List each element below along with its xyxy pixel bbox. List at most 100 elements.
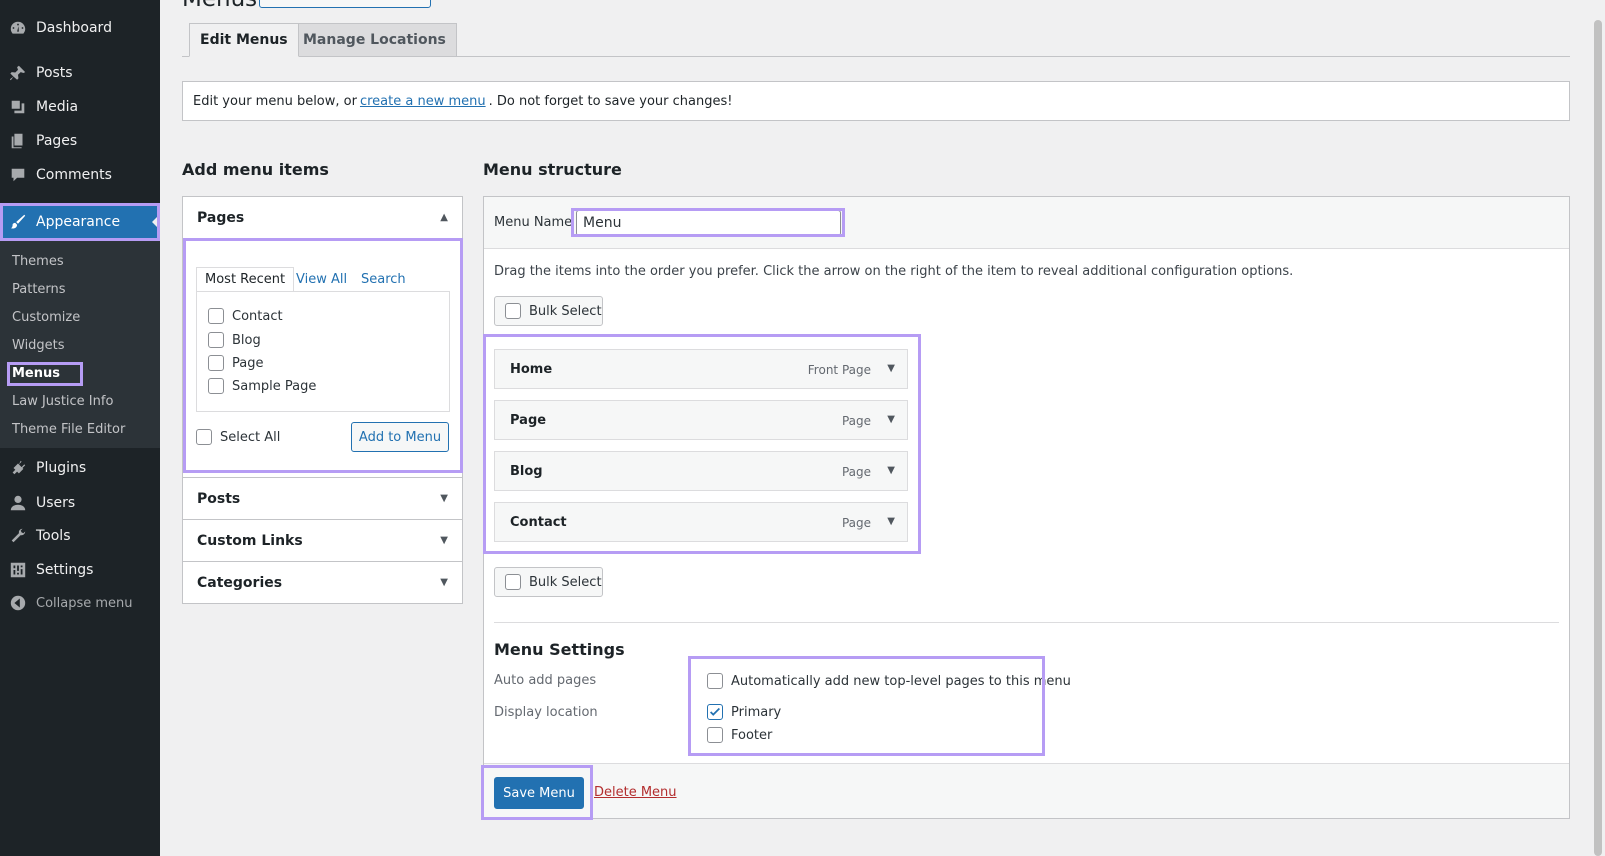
- comment-icon: [0, 166, 36, 184]
- bulk-select-button[interactable]: Bulk Select: [494, 296, 603, 326]
- sidebar-item-label: Posts: [36, 65, 73, 81]
- notice-bar: Edit your menu below, or create a new me…: [182, 81, 1570, 121]
- menu-item-title: Contact: [510, 515, 567, 530]
- appearance-submenu: Themes Patterns Customize Widgets Menus …: [0, 240, 160, 448]
- wrench-icon: [0, 527, 36, 545]
- menu-item-home[interactable]: Home Front Page ▼: [494, 349, 908, 389]
- bulk-select-checkbox[interactable]: [505, 303, 521, 319]
- add-to-menu-button[interactable]: Add to Menu: [351, 422, 449, 452]
- menu-item-title: Page: [510, 413, 547, 428]
- menu-item-contact[interactable]: Contact Page ▼: [494, 502, 908, 542]
- select-all-label: Select All: [220, 429, 281, 445]
- chevron-down-icon: ▼: [440, 577, 448, 588]
- auto-add-checkbox[interactable]: [707, 673, 723, 689]
- location-footer[interactable]: Footer: [707, 727, 772, 743]
- checkbox[interactable]: [208, 355, 224, 371]
- menu-structure-title: Menu structure: [483, 160, 622, 179]
- categories-accordion-header[interactable]: Categories ▼: [183, 562, 462, 604]
- manage-with-live-preview-button[interactable]: [259, 0, 431, 8]
- checkbox[interactable]: [208, 308, 224, 324]
- submenu-item-customize[interactable]: Customize: [12, 310, 80, 325]
- menu-item-blog[interactable]: Blog Page ▼: [494, 451, 908, 491]
- sidebar-item-label: Dashboard: [36, 20, 112, 36]
- page-label: Sample Page: [232, 378, 317, 394]
- chevron-down-icon[interactable]: ▼: [887, 516, 895, 527]
- chevron-down-icon[interactable]: ▼: [887, 363, 895, 374]
- auto-add-option[interactable]: Automatically add new top-level pages to…: [707, 673, 1071, 689]
- sidebar-item-posts[interactable]: Posts: [0, 56, 160, 90]
- primary-label: Primary: [731, 704, 782, 720]
- settings-icon: [0, 561, 36, 579]
- pages-accordion-title: Pages: [197, 210, 245, 226]
- list-item[interactable]: Contact: [208, 308, 283, 324]
- page-label: Page: [232, 355, 264, 371]
- sidebar-item-label: Comments: [36, 167, 112, 183]
- list-item[interactable]: Sample Page: [208, 378, 316, 394]
- footer-checkbox[interactable]: [707, 727, 723, 743]
- sidebar-item-users[interactable]: Users: [0, 486, 160, 520]
- tab-manage-locations[interactable]: Manage Locations: [292, 23, 457, 57]
- pages-accordion-header[interactable]: Pages ▲: [183, 197, 462, 239]
- notice-text-after: . Do not forget to save your changes!: [488, 93, 733, 109]
- list-item[interactable]: Page: [208, 355, 263, 371]
- sidebar-item-dashboard[interactable]: Dashboard: [0, 11, 160, 45]
- chevron-down-icon[interactable]: ▼: [887, 414, 895, 425]
- tab-most-recent[interactable]: Most Recent: [196, 267, 295, 292]
- pages-icon: [0, 132, 36, 150]
- submenu-item-law-justice-info[interactable]: Law Justice Info: [12, 394, 113, 409]
- bulk-select-checkbox[interactable]: [505, 574, 521, 590]
- notice-text: Edit your menu below, or: [193, 93, 357, 109]
- check-icon: [710, 707, 720, 716]
- chevron-down-icon: ▼: [440, 493, 448, 504]
- checkbox[interactable]: [208, 378, 224, 394]
- primary-checkbox[interactable]: [707, 704, 723, 720]
- sidebar-item-appearance[interactable]: Appearance: [0, 205, 160, 239]
- custom-links-accordion[interactable]: Custom Links ▼: [182, 519, 463, 562]
- scrollbar-thumb[interactable]: [1594, 20, 1602, 856]
- posts-accordion-title: Posts: [197, 491, 241, 507]
- sidebar-item-settings[interactable]: Settings: [0, 553, 160, 587]
- delete-menu-link[interactable]: Delete Menu: [594, 785, 677, 800]
- bulk-select-label: Bulk Select: [529, 303, 602, 319]
- collapse-menu-button[interactable]: Collapse menu: [0, 586, 160, 620]
- checkbox[interactable]: [208, 332, 224, 348]
- sidebar-item-tools[interactable]: Tools: [0, 519, 160, 553]
- select-all-checkbox[interactable]: [196, 429, 212, 445]
- menu-name-input[interactable]: [576, 210, 841, 236]
- submenu-item-menus[interactable]: Menus: [12, 366, 60, 381]
- list-item[interactable]: Blog: [208, 332, 261, 348]
- dashboard-icon: [0, 19, 36, 37]
- settings-divider: [494, 622, 1559, 623]
- posts-accordion[interactable]: Posts ▼: [182, 477, 463, 520]
- chevron-down-icon[interactable]: ▼: [887, 465, 895, 476]
- scrollbar[interactable]: [1593, 0, 1603, 856]
- menu-name-label: Menu Name: [494, 215, 573, 230]
- select-all[interactable]: Select All: [196, 429, 280, 445]
- admin-sidebar: Dashboard Posts Media Pages Comments App…: [0, 0, 160, 856]
- tab-edit-menus[interactable]: Edit Menus: [189, 23, 299, 57]
- submenu-item-patterns[interactable]: Patterns: [12, 282, 66, 297]
- auto-add-option-label: Automatically add new top-level pages to…: [731, 673, 1071, 689]
- submenu-item-themes[interactable]: Themes: [12, 254, 64, 269]
- sidebar-item-label: Media: [36, 99, 79, 115]
- sidebar-item-comments[interactable]: Comments: [0, 158, 160, 192]
- submenu-item-widgets[interactable]: Widgets: [12, 338, 65, 353]
- menu-item-title: Home: [510, 362, 553, 377]
- location-primary[interactable]: Primary: [707, 704, 781, 720]
- tab-search[interactable]: Search: [361, 267, 406, 292]
- custom-links-accordion-header[interactable]: Custom Links ▼: [183, 520, 462, 562]
- submenu-item-theme-file-editor[interactable]: Theme File Editor: [12, 422, 125, 437]
- tab-view-all[interactable]: View All: [296, 267, 347, 292]
- categories-accordion[interactable]: Categories ▼: [182, 561, 463, 604]
- sidebar-item-media[interactable]: Media: [0, 90, 160, 124]
- sidebar-item-plugins[interactable]: Plugins: [0, 451, 160, 485]
- sidebar-item-label: Appearance: [36, 214, 121, 230]
- pin-icon: [0, 64, 36, 82]
- save-menu-button[interactable]: Save Menu: [494, 777, 584, 809]
- create-new-menu-link[interactable]: create a new menu: [360, 94, 486, 109]
- menu-item-page[interactable]: Page Page ▼: [494, 400, 908, 440]
- posts-accordion-header[interactable]: Posts ▼: [183, 478, 462, 520]
- bulk-select-button-bottom[interactable]: Bulk Select: [494, 567, 603, 597]
- add-menu-items-title: Add menu items: [182, 160, 329, 179]
- sidebar-item-pages[interactable]: Pages: [0, 124, 160, 158]
